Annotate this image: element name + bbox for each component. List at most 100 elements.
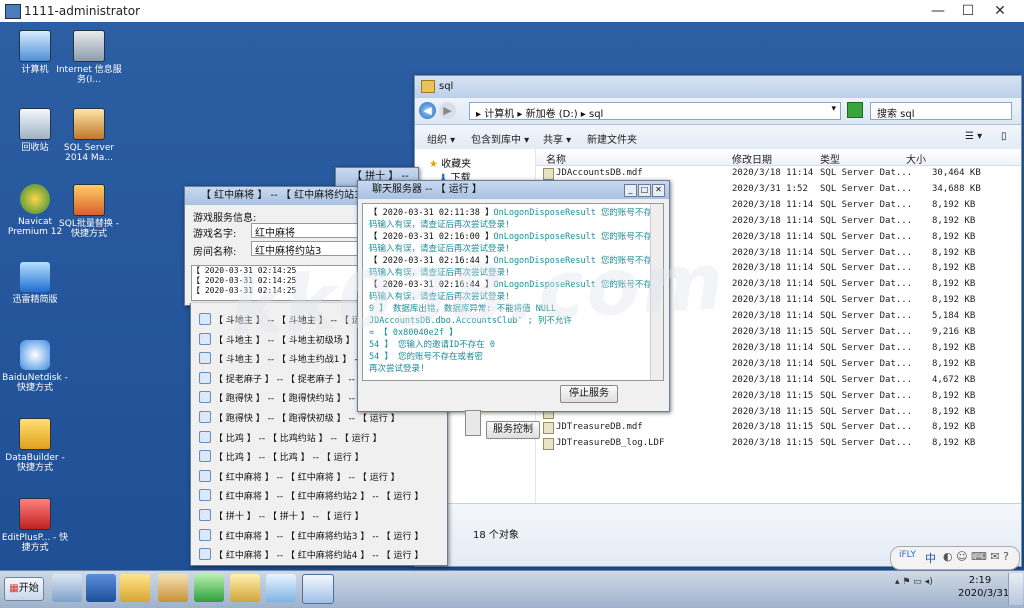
service-list-item[interactable]: 【 红中麻将 】 -- 【 红中麻将约站4 】 -- 【 运行 】 (199, 548, 423, 567)
file-size: 8,192 KB (932, 358, 976, 369)
column-date[interactable]: 修改日期 (732, 151, 772, 166)
folder-icon (421, 80, 435, 93)
start-button[interactable]: ▦开始 (4, 577, 44, 601)
service-list-item[interactable]: 【 红中麻将 】 -- 【 红中麻将约站2 】 -- 【 运行 】 (199, 489, 423, 508)
file-size: 8,192 KB (932, 279, 976, 290)
column-type[interactable]: 类型 (820, 151, 840, 166)
file-type: SQL Server Dat... (820, 422, 913, 433)
organize-button[interactable]: 组织 ▾ (427, 131, 455, 146)
maximize-button[interactable]: □ (638, 184, 651, 197)
minimize-button[interactable]: _ (624, 184, 637, 197)
ime-tool-icons[interactable]: ◐ ☺ ⌨ ✉ ? (943, 550, 1009, 563)
baidunetdisk-icon (20, 340, 50, 370)
sql-batch-icon (73, 184, 105, 216)
clock[interactable]: 2:19 2020/3/31 (958, 574, 1009, 600)
file-size: 8,192 KB (932, 342, 976, 353)
close-button[interactable]: ✕ (652, 184, 665, 197)
file-type: SQL Server Dat... (820, 358, 913, 369)
game-dialog-title: 【 红中麻将 】 -- 【 红中麻将约站3 (185, 187, 371, 205)
desktop-icon-sql-batch[interactable]: SQL批量替换 - 快捷方式 (54, 184, 124, 239)
address-path: ▸ 计算机 ▸ 新加卷 (D:) ▸ sql (476, 109, 604, 120)
spinner-control[interactable] (465, 410, 481, 436)
service-list-item[interactable]: 【 跑得快 】 -- 【 跑得快初级 】 -- 【 运行 】 (199, 411, 400, 430)
forward-arrow-icon[interactable]: ▶ (439, 102, 456, 119)
chat-log-line: 码输入有误，请查证后再次尝试登录! (369, 220, 511, 230)
desktop-icon-sql-server[interactable]: SQL Server 2014 Ma... (54, 108, 124, 163)
file-row[interactable]: JDTreasureDB_log.LDF 2020/3/18 11:15 SQL S… (536, 436, 1021, 452)
taskbar-server-manager-icon[interactable] (52, 574, 82, 602)
file-type: SQL Server Dat... (820, 263, 913, 274)
desktop-icon-editplus[interactable]: EditPlusP... - 快捷方式 (0, 498, 70, 553)
maximize-button[interactable]: ☐ (953, 0, 983, 22)
service-icon (199, 411, 211, 423)
file-type: SQL Server Dat... (820, 183, 913, 194)
file-size: 8,192 KB (932, 263, 976, 274)
close-button[interactable]: ✕ (985, 0, 1015, 22)
room-name-field[interactable]: 红中麻将约站3 (251, 241, 366, 257)
ime-toolbar[interactable]: iFLY 中 ◐ ☺ ⌨ ✉ ? (890, 546, 1020, 570)
tray-icons[interactable]: ▴ ⚑ ▭ ◂) (895, 577, 933, 587)
file-size: 30,464 KB (932, 168, 981, 178)
share-button[interactable]: 共享 ▾ (543, 131, 571, 146)
file-date: 2020/3/18 11:14 (732, 374, 814, 385)
stop-service-button[interactable]: 停止服务 (560, 385, 618, 403)
service-icon (199, 430, 211, 443)
column-size[interactable]: 大小 (906, 151, 926, 166)
address-field[interactable]: ▸ 计算机 ▸ 新加卷 (D:) ▸ sql ▾ (469, 102, 841, 120)
service-list-item[interactable]: 【 红中麻将 】 -- 【 红中麻将约站3 】 -- 【 运行 】 (199, 528, 423, 548)
database-file-icon (543, 168, 554, 180)
new-folder-button[interactable]: 新建文件夹 (587, 131, 637, 146)
explorer-toolbar: 组织 ▾ 包含到库中 ▾ 共享 ▾ 新建文件夹 ☰ ▾ ▯ (415, 125, 1021, 150)
file-size: 8,192 KB (932, 422, 976, 433)
file-type: SQL Server Dat... (820, 390, 913, 401)
include-library-button[interactable]: 包含到库中 ▾ (471, 131, 529, 146)
back-arrow-icon[interactable]: ◀ (419, 102, 436, 119)
taskbar-active-app-icon[interactable] (302, 574, 334, 604)
desktop-icon-databuilder[interactable]: DataBuilder - 快捷方式 (0, 418, 70, 473)
desktop-icon-baidunetdisk[interactable]: BaiduNetdisk - 快捷方式 (0, 340, 70, 393)
explorer-title: sql (439, 81, 454, 92)
service-list-item[interactable]: 【 拼十 】 -- 【 拼十 】 -- 【 运行 】 (199, 509, 364, 528)
search-input[interactable]: 搜索 sql (870, 102, 1012, 120)
desktop-icon-thunder[interactable]: 迅雷精简版 (0, 262, 70, 305)
remote-window-title: 1111-administrator (24, 4, 141, 18)
chevron-down-icon[interactable]: ▾ (831, 104, 836, 114)
taskbar-tool-icon[interactable] (158, 574, 188, 602)
game-name-field[interactable]: 红中麻将 (251, 223, 366, 239)
refresh-icon[interactable] (847, 102, 863, 118)
column-name[interactable]: 名称 (546, 151, 566, 166)
ime-mode[interactable]: 中 (925, 550, 936, 566)
file-size: 8,192 KB (932, 295, 976, 306)
taskbar-recycle-icon[interactable] (194, 574, 224, 602)
file-size: 8,192 KB (932, 247, 976, 258)
service-list-item[interactable]: 【 红中麻将 】 -- 【 红中麻将 】 -- 【 运行 】 (199, 469, 400, 489)
taskbar-powershell-icon[interactable] (86, 574, 116, 602)
file-date: 2020/3/18 11:14 (732, 279, 814, 290)
view-options-icon[interactable]: ☰ ▾ (965, 131, 982, 142)
desktop-icon-iis[interactable]: Internet 信息服务(I... (54, 30, 124, 85)
remote-window-titlebar: 1111-administrator — ☐ ✕ (0, 0, 1024, 23)
minimize-button[interactable]: — (923, 0, 953, 22)
taskbar-explorer-icon[interactable] (120, 574, 150, 602)
computer-icon (19, 30, 51, 62)
service-list-item[interactable]: 【 比鸡 】 -- 【 比鸡约站 】 -- 【 运行 】 (199, 430, 382, 450)
service-list-item[interactable]: 【 比鸡 】 -- 【 比鸡 】 -- 【 运行 】 (199, 450, 364, 469)
file-list-header: 名称 修改日期 类型 大小 (536, 149, 1021, 166)
thunder-icon (20, 262, 50, 292)
taskbar-chat-icon[interactable] (266, 574, 296, 602)
file-date: 2020/3/18 11:15 (732, 406, 814, 417)
game-info-header: 游戏服务信息: (193, 213, 257, 224)
taskbar-chart-icon[interactable] (230, 574, 260, 602)
file-date: 2020/3/18 11:15 (732, 422, 814, 433)
chat-log-line: 【 2020-03-31 02:11:38 】OnLogonDisposeRes… (369, 208, 663, 218)
preview-pane-icon[interactable]: ▯ (1001, 131, 1007, 142)
service-icon (199, 352, 211, 365)
show-desktop-button[interactable] (1008, 573, 1023, 605)
service-control-button[interactable]: 服务控制 (486, 421, 540, 439)
file-row[interactable]: JDTreasureDB.mdf 2020/3/18 11:15 SQL Serve… (536, 420, 1021, 436)
file-size: 9,216 KB (932, 327, 976, 337)
service-icon (199, 450, 211, 463)
file-type: SQL Server Dat... (820, 168, 913, 178)
nav-favorites[interactable]: ★ 收藏夹 (429, 155, 471, 170)
file-type: SQL Server Dat... (820, 374, 913, 385)
